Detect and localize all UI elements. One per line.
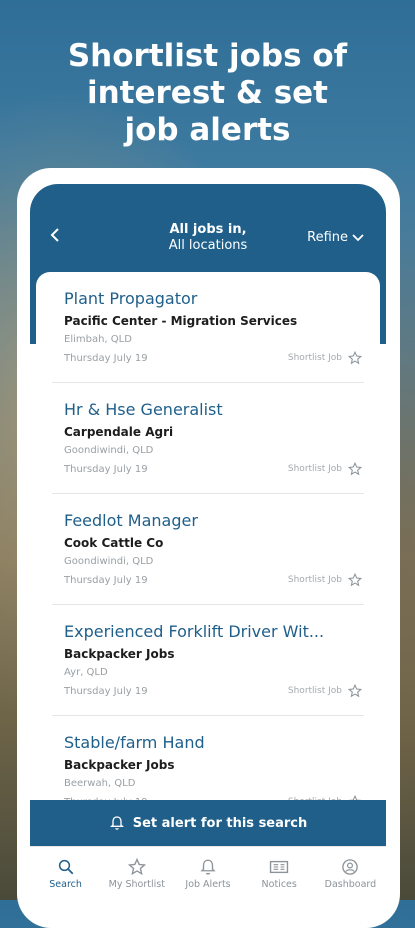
job-location: Ayr, QLD xyxy=(64,667,108,678)
tab-job-alerts[interactable]: Job Alerts xyxy=(172,847,243,900)
job-date: Thursday July 19 xyxy=(64,353,148,364)
job-title[interactable]: Feedlot Manager xyxy=(64,511,356,530)
job-list-item[interactable]: Plant Propagator Pacific Center - Migrat… xyxy=(52,272,364,383)
shortlist-label: Shortlist Job xyxy=(287,353,342,363)
job-company: Carpendale Agri xyxy=(64,425,174,439)
job-date: Thursday July 19 xyxy=(64,686,148,697)
shortlist-job-button[interactable]: Shortlist Job xyxy=(288,462,362,476)
tab-dashboard-label: Dashboard xyxy=(324,879,377,890)
header-title-text: All jobs in, xyxy=(169,222,247,237)
app-screen: All jobs in, All locations Refine Plant … xyxy=(30,184,386,900)
bottom-tab-bar: Search My Shortlist Job Alerts Notices D… xyxy=(30,846,386,900)
set-alert-label: Set alert for this search xyxy=(132,815,308,831)
job-location: Beerwah, QLD xyxy=(64,778,136,789)
shortlist-label: Shortlist Job xyxy=(287,464,342,474)
tab-notices-label: Notices xyxy=(261,879,297,890)
promo-headline: Shortlist jobs of interest & set job ale… xyxy=(0,38,415,149)
tab-my-shortlist-label: My Shortlist xyxy=(108,879,165,890)
job-company: Pacific Center - Migration Services xyxy=(64,314,298,328)
star-icon xyxy=(348,351,362,365)
job-title[interactable]: Experienced Forklift Driver Wit... xyxy=(64,622,356,641)
job-company: Backpacker Jobs xyxy=(64,758,175,772)
set-alert-button[interactable]: Set alert for this search xyxy=(30,800,386,846)
headline-line-3: job alerts xyxy=(124,112,291,148)
star-icon xyxy=(127,858,146,876)
tab-search-label: Search xyxy=(49,879,82,890)
shortlist-job-button[interactable]: Shortlist Job xyxy=(288,573,362,587)
job-company: Backpacker Jobs xyxy=(64,647,175,661)
tab-job-alerts-label: Job Alerts xyxy=(185,879,231,890)
job-list: Plant Propagator Pacific Center - Migrat… xyxy=(36,272,380,812)
job-list-item[interactable]: Feedlot Manager Cook Cattle Co Goondiwin… xyxy=(52,494,364,605)
chevron-down-icon xyxy=(352,233,364,241)
job-list-item[interactable]: Stable/farm Hand Backpacker Jobs Beerwah… xyxy=(52,716,364,812)
bell-icon xyxy=(200,859,216,875)
job-location: Elimbah, QLD xyxy=(64,334,132,345)
job-title[interactable]: Stable/farm Hand xyxy=(64,733,356,752)
back-button[interactable] xyxy=(44,224,66,246)
job-location: Goondiwindi, QLD xyxy=(64,556,154,567)
shortlist-job-button[interactable]: Shortlist Job xyxy=(288,351,362,365)
app-header: All jobs in, All locations Refine Plant … xyxy=(30,184,386,812)
refine-button[interactable]: Refine xyxy=(307,230,364,245)
job-location: Goondiwindi, QLD xyxy=(64,445,154,456)
search-icon xyxy=(58,859,73,875)
star-icon xyxy=(348,573,362,587)
headline-line-1: Shortlist jobs of xyxy=(67,38,348,74)
bell-icon xyxy=(109,816,124,830)
headline-line-2: interest & set xyxy=(86,75,329,111)
shortlist-label: Shortlist Job xyxy=(287,575,342,585)
job-list-item[interactable]: Hr & Hse Generalist Carpendale Agri Goon… xyxy=(52,383,364,494)
job-date: Thursday July 19 xyxy=(64,464,148,475)
chevron-left-icon xyxy=(50,228,59,242)
notices-icon xyxy=(270,860,289,874)
tab-dashboard[interactable]: Dashboard xyxy=(315,847,386,900)
user-icon xyxy=(342,859,359,875)
job-date: Thursday July 19 xyxy=(64,575,148,586)
job-list-item[interactable]: Experienced Forklift Driver Wit... Backp… xyxy=(52,605,364,716)
star-icon xyxy=(348,462,362,476)
header-title: All jobs in, All locations xyxy=(120,222,296,254)
job-title[interactable]: Hr & Hse Generalist xyxy=(64,400,356,419)
job-title[interactable]: Plant Propagator xyxy=(64,289,356,308)
job-company: Cook Cattle Co xyxy=(64,536,164,550)
refine-label: Refine xyxy=(307,230,348,245)
star-icon xyxy=(348,684,362,698)
shortlist-job-button[interactable]: Shortlist Job xyxy=(288,684,362,698)
shortlist-label: Shortlist Job xyxy=(287,686,342,696)
header-subtitle-text: All locations xyxy=(168,238,248,253)
tab-notices[interactable]: Notices xyxy=(244,847,315,900)
tab-search[interactable]: Search xyxy=(30,847,101,900)
tab-my-shortlist[interactable]: My Shortlist xyxy=(101,847,172,900)
